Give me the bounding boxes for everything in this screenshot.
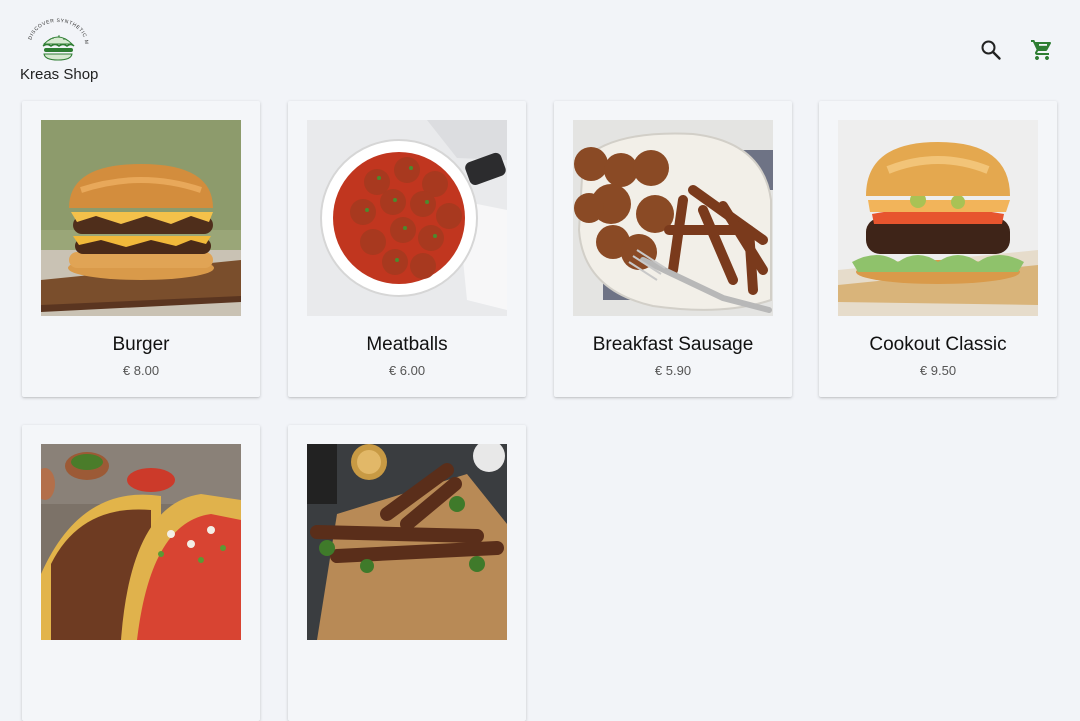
product-image: [41, 444, 241, 640]
kebab-photo: [307, 444, 507, 640]
product-image: [41, 120, 241, 316]
product-name: Cookout Classic: [869, 334, 1007, 355]
product-price: € 6.00: [388, 363, 426, 378]
product-name: Burger: [112, 334, 170, 355]
cart-button[interactable]: [1028, 36, 1056, 64]
product-price: € 8.00: [122, 363, 160, 378]
search-icon: [981, 40, 1001, 60]
product-price: € 9.50: [919, 363, 957, 378]
burger-logo-icon: DISCOVER SYNTHETIC MEAT: [23, 16, 89, 61]
shop-name: Kreas Shop: [20, 66, 99, 83]
product-image: [307, 444, 507, 640]
product-image: [838, 120, 1038, 316]
product-image: [307, 120, 507, 316]
product-card[interactable]: Breakfast Sausage € 5.90: [554, 101, 792, 397]
product-name: Breakfast Sausage: [592, 334, 754, 355]
product-card[interactable]: [288, 425, 526, 721]
product-price: € 5.90: [654, 363, 692, 378]
product-image: [573, 120, 773, 316]
cookout-burger-photo: [838, 120, 1038, 316]
burger-photo: [41, 120, 241, 316]
sausage-photo: [573, 120, 773, 316]
shop-logo[interactable]: DISCOVER SYNTHETIC MEAT Kreas Shop: [20, 16, 99, 86]
app-header: DISCOVER SYNTHETIC MEAT Kreas Shop: [0, 0, 1080, 96]
tacos-photo: [41, 444, 241, 640]
product-card[interactable]: Meatballs € 6.00: [288, 101, 526, 397]
product-name: Meatballs: [366, 334, 448, 355]
meatballs-photo: [307, 120, 507, 316]
product-card[interactable]: Burger € 8.00: [22, 101, 260, 397]
cart-icon: [1031, 40, 1052, 60]
search-button[interactable]: [977, 36, 1005, 64]
product-card[interactable]: Cookout Classic € 9.50: [819, 101, 1057, 397]
product-card[interactable]: [22, 425, 260, 721]
